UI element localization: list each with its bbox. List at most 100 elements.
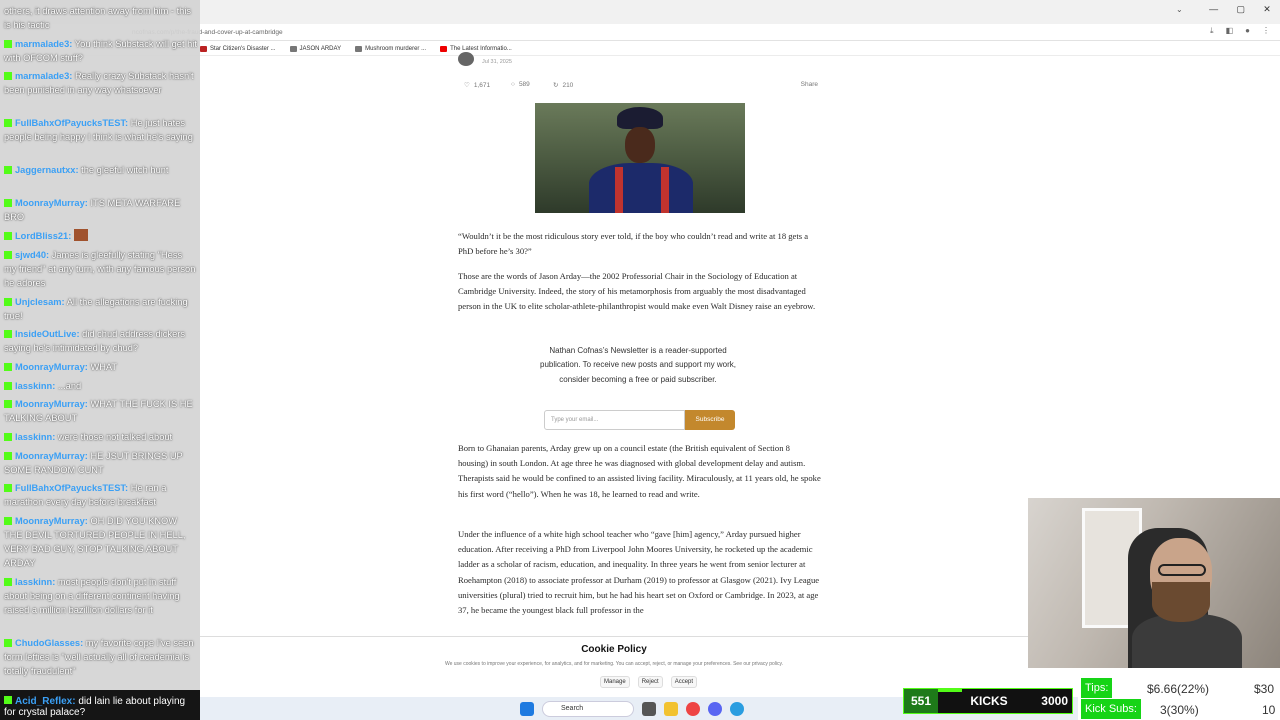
chat-message: LordBliss21: xyxy=(4,229,197,243)
chat-text: were those not talked about xyxy=(57,432,173,442)
chat-message: InsideOutLive: did chud address dickers … xyxy=(4,327,197,355)
bookmark-label: Star Citizen's Disaster ... xyxy=(210,45,276,52)
comment-button[interactable]: ○ 589 xyxy=(511,81,530,88)
cookie-reject-button[interactable]: Reject xyxy=(637,676,663,688)
chat-username: Acid_Reflex: xyxy=(15,696,76,707)
bookmark-latest-information[interactable]: The Latest Informatio... xyxy=(440,45,512,52)
bookmark-label: Mushroom murderer ... xyxy=(365,45,427,52)
chat-username: lasskinn: xyxy=(15,381,56,391)
chat-username: MoonrayMurray: xyxy=(15,516,88,526)
photo-hat xyxy=(617,107,663,129)
tips-goal: $30 xyxy=(1254,682,1275,696)
taskview-icon[interactable] xyxy=(642,702,656,716)
bookmark-star-citizen[interactable]: Star Citizen's Disaster ... xyxy=(200,45,276,52)
app-icon[interactable] xyxy=(730,702,744,716)
tab-search-chevron-icon[interactable]: ⌄ xyxy=(1176,5,1183,14)
discord-icon[interactable] xyxy=(708,702,722,716)
chat-message: others, it draws attention away from him… xyxy=(4,4,197,32)
url-field[interactable]: ncofnas.com/p/the-fraud-and-cover-up-at-… xyxy=(132,27,1092,39)
download-icon[interactable]: ⤓ xyxy=(1210,26,1214,36)
bookmark-favicon xyxy=(200,45,207,52)
chat-message: marmalade3: You think Substack will get … xyxy=(4,37,197,65)
badge-icon xyxy=(4,400,12,408)
restack-button[interactable]: ↻ 210 xyxy=(553,81,574,90)
comment-icon: ○ xyxy=(511,81,515,88)
photo-gown xyxy=(589,163,693,213)
email-input[interactable]: Type your email... xyxy=(544,410,685,430)
badge-icon xyxy=(4,433,12,441)
kicks-count: 551 xyxy=(904,689,938,713)
cookie-buttons: Manage Reject Accept xyxy=(600,676,698,688)
chat-username: Unjclesam: xyxy=(15,297,65,307)
like-button[interactable]: ♡ 1,671 xyxy=(464,81,490,90)
badge-icon xyxy=(4,232,12,240)
badge-icon xyxy=(4,578,12,586)
newsletter-promo: Nathan Cofnas’s Newsletter is a reader-s… xyxy=(540,346,736,384)
chat-overlay: others, it draws attention away from him… xyxy=(0,0,200,697)
photo-gown-stripe xyxy=(615,167,623,213)
chat-message: lasskinn: were those not talked about xyxy=(4,430,197,444)
chat-message: Unjclesam: All the allegations are fucki… xyxy=(4,295,197,323)
close-window-button[interactable]: ✕ xyxy=(1263,4,1271,18)
badge-icon xyxy=(4,166,12,174)
chat-message: MoonrayMurray: WHAT THE FUCK IS HE TALKI… xyxy=(4,397,197,425)
kicks-progress-fill xyxy=(938,689,962,692)
menu-icon[interactable]: ⋮ xyxy=(1262,26,1270,36)
extensions-icon[interactable]: ◧ xyxy=(1226,26,1234,36)
chat-text: the gleeful witch hunt xyxy=(81,165,169,175)
cookie-manage-button[interactable]: Manage xyxy=(600,676,630,688)
chat-message: Jaggernautxx: the gleeful witch hunt xyxy=(4,163,197,177)
chat-message: MoonrayMurray: HE JSUT BRINGS UP SOME RA… xyxy=(4,449,197,477)
photo-face xyxy=(625,127,655,163)
photo-gown-stripe xyxy=(661,167,669,213)
badge-icon xyxy=(4,452,12,460)
chat-username: MoonrayMurray: xyxy=(15,451,88,461)
bookmark-label: JASON ARDAY xyxy=(299,45,342,52)
chrome-icon[interactable] xyxy=(686,702,700,716)
kicks-label: KICKS xyxy=(970,694,1008,708)
chat-username: sjwd40: xyxy=(15,250,50,260)
chat-message: MoonrayMurray: WHAT xyxy=(4,360,197,374)
subscribe-form: Type your email... Subscribe xyxy=(544,410,735,430)
chat-message: MoonrayMurray: ITS META WARFARE BRO xyxy=(4,196,197,224)
chat-message: ChudoGlasses: my favorite cope I've seen… xyxy=(4,636,197,678)
chat-message: lasskinn: most people don't put in stuff… xyxy=(4,575,197,617)
cookie-accept-button[interactable]: Accept xyxy=(670,676,698,688)
cookie-text: We use cookies to improve your experienc… xyxy=(444,661,784,667)
chat-username: MoonrayMurray: xyxy=(15,399,88,409)
chat-message: lasskinn: ...and xyxy=(4,379,197,393)
bookmark-jason-arday[interactable]: JASON ARDAY xyxy=(289,45,342,52)
bookmark-mushroom-murderer[interactable]: Mushroom murderer ... xyxy=(355,45,427,52)
post-date: Jul 31, 2025 xyxy=(482,59,512,65)
badge-icon xyxy=(4,639,12,647)
address-bar-icons: ⤓ ◧ ● ⋮ xyxy=(1210,26,1270,36)
chat-message: MoonrayMurray: OH DID YOU KNOW THE DEVIL… xyxy=(4,514,197,570)
badge-icon xyxy=(4,363,12,371)
chat-message: marmalade3: Really crazy Substack hasn't… xyxy=(4,69,197,97)
badge-icon xyxy=(4,40,12,48)
chat-text: WHAT xyxy=(90,362,118,372)
taskbar-items: Search xyxy=(520,701,744,717)
share-button[interactable]: Share xyxy=(801,81,818,88)
maximize-button[interactable]: ▢ xyxy=(1236,4,1245,18)
file-explorer-icon[interactable] xyxy=(664,702,678,716)
chat-message: FullBahxOfPayucksTEST: He ran a marathon… xyxy=(4,481,197,509)
chat-username: FullBahxOfPayucksTEST: xyxy=(15,118,129,128)
chat-username: marmalade3: xyxy=(15,39,73,49)
subscribe-button[interactable]: Subscribe xyxy=(685,410,735,430)
restack-count: 210 xyxy=(562,81,574,89)
windows-start-icon[interactable] xyxy=(520,702,534,716)
intro-paragraph: Those are the words of Jason Arday—the 2… xyxy=(458,271,816,312)
chat-text: ...and xyxy=(57,381,82,391)
profile-icon[interactable]: ● xyxy=(1245,26,1250,36)
badge-icon xyxy=(4,382,12,390)
badge-icon xyxy=(4,330,12,338)
webcam-feed xyxy=(1028,498,1280,668)
chat-text: others, it draws attention away from him… xyxy=(4,6,192,30)
webcam-body xyxy=(1132,614,1242,668)
kicks-goal: 3000 xyxy=(1041,694,1068,708)
author-avatar[interactable] xyxy=(458,52,474,66)
minimize-button[interactable]: — xyxy=(1209,4,1218,18)
taskbar-search[interactable]: Search xyxy=(542,701,634,717)
webcam-beard xyxy=(1152,582,1210,622)
